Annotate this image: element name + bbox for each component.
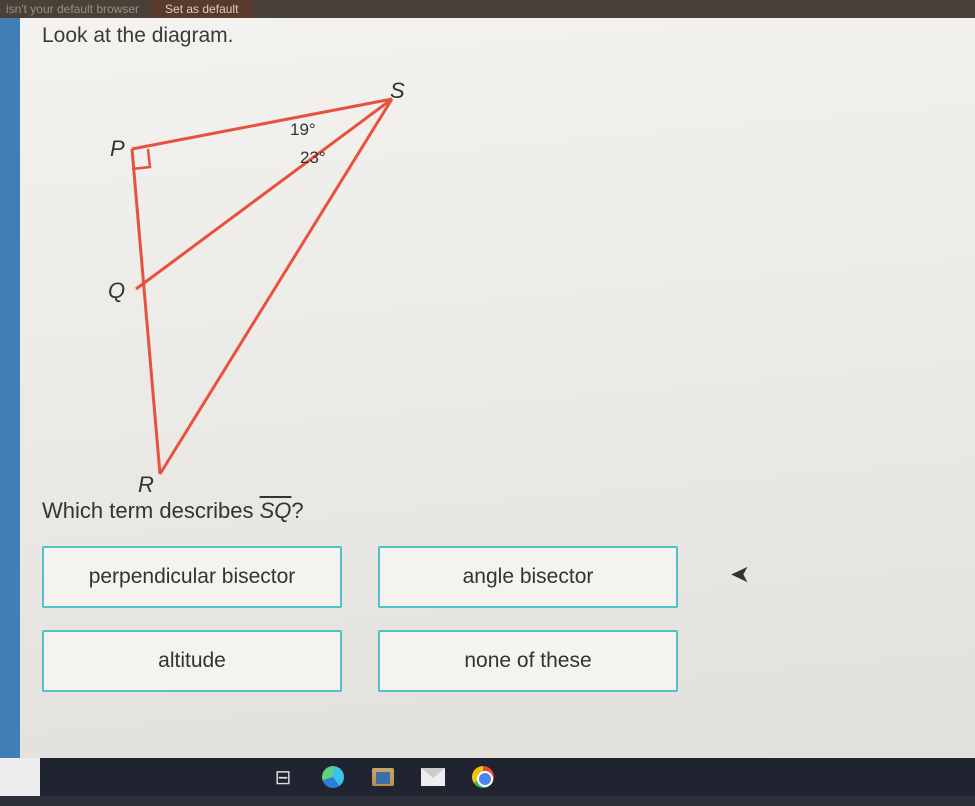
angle-label-top: 19°	[290, 120, 316, 140]
vertex-label-r: R	[138, 472, 154, 498]
triangle-diagram: S P Q R 19° 23°	[42, 54, 442, 484]
cursor-icon: ➤	[730, 560, 750, 589]
chrome-icon[interactable]	[470, 764, 496, 790]
vertex-label-q: Q	[108, 278, 125, 304]
answer-label: perpendicular bisector	[89, 565, 296, 589]
answer-label: none of these	[464, 649, 591, 673]
answer-none[interactable]: none of these	[378, 630, 678, 692]
answer-label: angle bisector	[463, 565, 594, 589]
answer-label: altitude	[158, 649, 226, 673]
taskbar-search[interactable]: earch	[0, 758, 40, 796]
diagram-svg	[42, 54, 442, 484]
answer-perpendicular-bisector[interactable]: perpendicular bisector	[42, 546, 342, 608]
browser-notice-bar: isn't your default browser Set as defaul…	[0, 0, 975, 18]
vertex-label-s: S	[390, 78, 405, 104]
default-browser-notice: isn't your default browser	[6, 2, 139, 16]
answer-angle-bisector[interactable]: angle bisector	[378, 546, 678, 608]
answer-grid: perpendicular bisector angle bisector al…	[42, 546, 953, 692]
page-content: Look at the diagram. S P Q R 19° 23° Whi…	[0, 18, 975, 758]
file-explorer-icon[interactable]	[370, 764, 396, 790]
question-prefix: Which term describes	[42, 498, 260, 523]
set-default-button[interactable]: Set as default	[151, 0, 252, 18]
mail-icon[interactable]	[420, 764, 446, 790]
edge-icon[interactable]	[320, 764, 346, 790]
segment-sq: SQ	[260, 498, 292, 523]
angle-label-bottom: 23°	[300, 148, 326, 168]
task-view-icon[interactable]: ⊟	[270, 764, 296, 790]
question-suffix: ?	[291, 498, 303, 523]
problem-prompt: Look at the diagram.	[42, 24, 953, 48]
vertex-label-p: P	[110, 136, 125, 162]
question-text: Which term describes SQ?	[42, 498, 953, 524]
taskbar: earch ⊟	[0, 758, 975, 796]
answer-altitude[interactable]: altitude	[42, 630, 342, 692]
